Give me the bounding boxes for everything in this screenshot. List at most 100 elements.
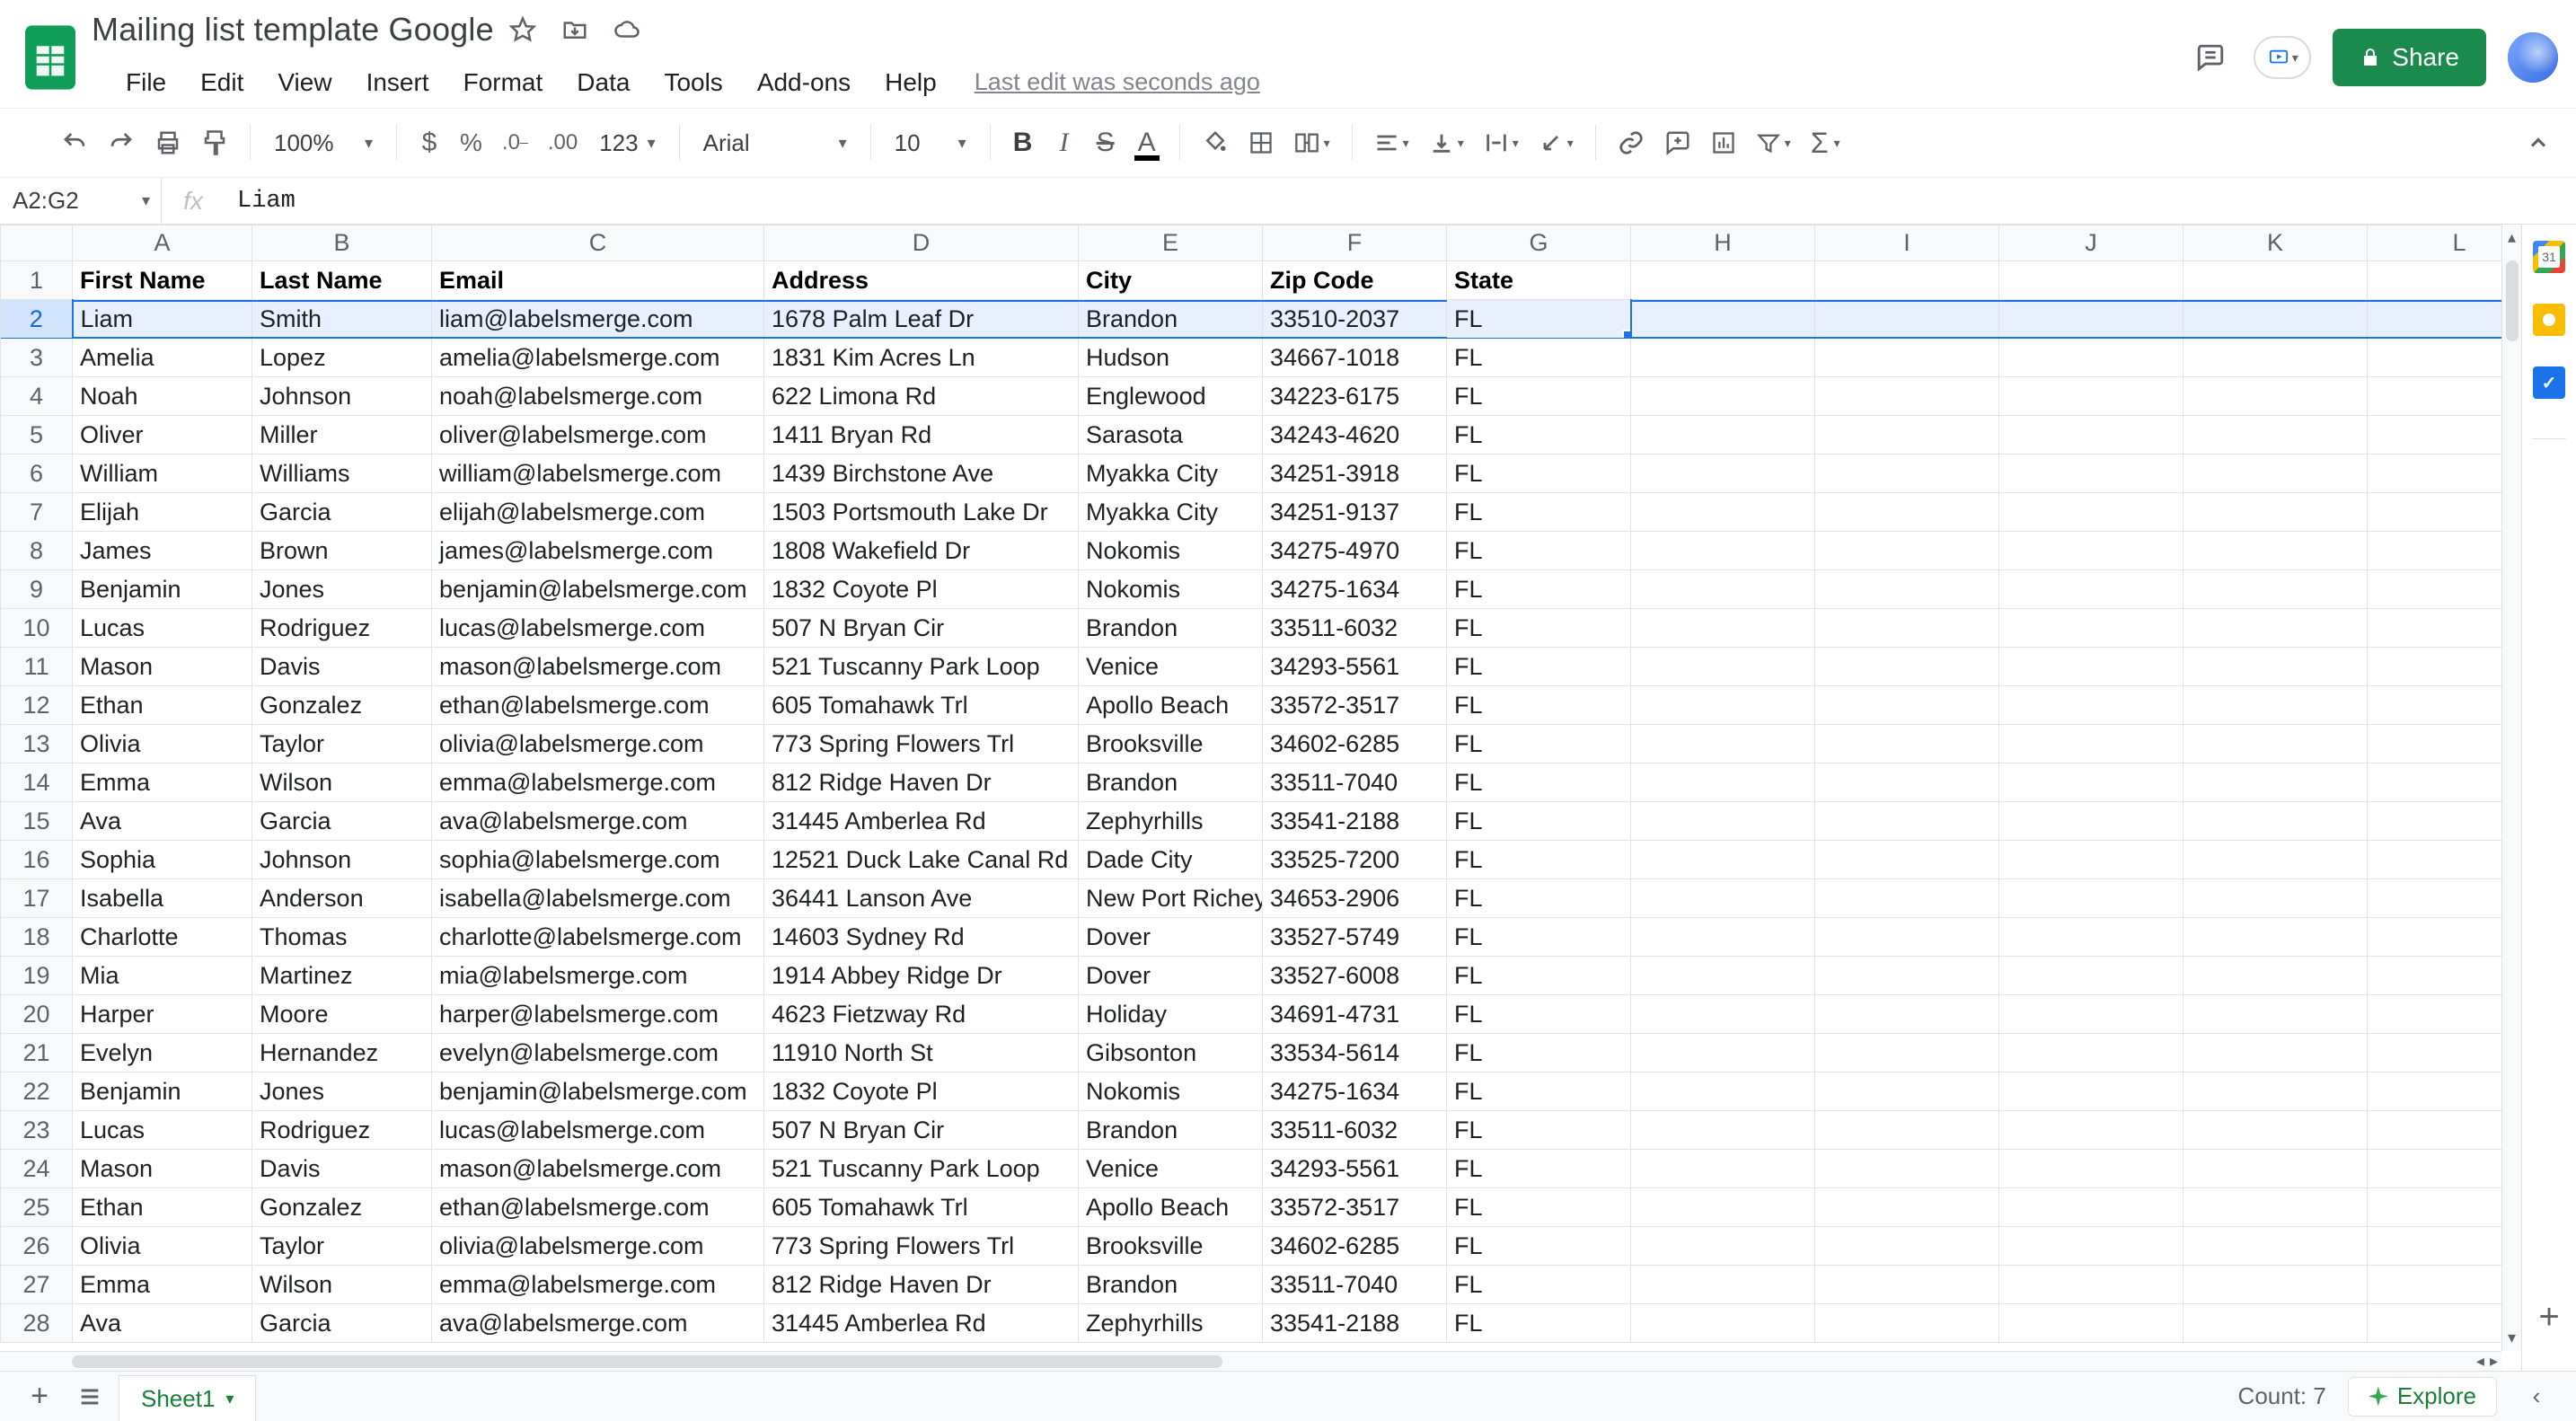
menu-file[interactable]: File	[111, 63, 181, 102]
cell[interactable]: FL	[1447, 1188, 1631, 1227]
cell[interactable]	[2183, 1304, 2368, 1343]
cell[interactable]	[2183, 493, 2368, 532]
cell[interactable]	[1999, 1227, 2183, 1266]
cell[interactable]	[1815, 609, 1999, 648]
cell[interactable]: FL	[1447, 300, 1631, 339]
cell[interactable]	[1999, 1034, 2183, 1072]
cell[interactable]: 34251-9137	[1263, 493, 1447, 532]
cell[interactable]	[2183, 1227, 2368, 1266]
cell[interactable]: Wilson	[252, 1266, 432, 1304]
col-header-D[interactable]: D	[764, 225, 1079, 261]
cell[interactable]: 33510-2037	[1263, 300, 1447, 339]
cell[interactable]: Holiday	[1079, 995, 1263, 1034]
cell[interactable]: 34251-3918	[1263, 455, 1447, 493]
cell[interactable]: harper@labelsmerge.com	[432, 995, 764, 1034]
cell[interactable]	[1631, 686, 1815, 725]
cell[interactable]	[2183, 609, 2368, 648]
cell[interactable]: First Name	[73, 261, 252, 300]
cell[interactable]: 31445 Amberlea Rd	[764, 1304, 1079, 1343]
decrease-decimal-icon[interactable]: .0_	[495, 123, 535, 163]
cell[interactable]: FL	[1447, 416, 1631, 455]
collapse-toolbar-icon[interactable]	[2519, 123, 2558, 163]
cell[interactable]	[1631, 763, 1815, 802]
cell[interactable]	[1999, 995, 2183, 1034]
row-header[interactable]: 23	[1, 1111, 73, 1150]
more-formats-select[interactable]: 123▾	[590, 123, 664, 163]
cell[interactable]: Mia	[73, 957, 252, 995]
cell[interactable]: mason@labelsmerge.com	[432, 1150, 764, 1188]
cell[interactable]: 1831 Kim Acres Ln	[764, 339, 1079, 377]
cell[interactable]: Address	[764, 261, 1079, 300]
keep-icon[interactable]	[2533, 304, 2565, 336]
cell[interactable]: 1832 Coyote Pl	[764, 1072, 1079, 1111]
show-side-panel-icon[interactable]: ‹	[2515, 1379, 2558, 1415]
cell[interactable]	[1631, 1304, 1815, 1343]
cell[interactable]: isabella@labelsmerge.com	[432, 879, 764, 918]
cell[interactable]	[1631, 416, 1815, 455]
cell[interactable]: Zephyrhills	[1079, 1304, 1263, 1343]
cell[interactable]	[1999, 416, 2183, 455]
cell[interactable]	[1631, 1072, 1815, 1111]
cell[interactable]	[1999, 725, 2183, 763]
cell[interactable]: Hernandez	[252, 1034, 432, 1072]
cell[interactable]	[1815, 493, 1999, 532]
row-header[interactable]: 18	[1, 918, 73, 957]
print-icon[interactable]	[147, 123, 189, 163]
cell[interactable]: 1503 Portsmouth Lake Dr	[764, 493, 1079, 532]
cell[interactable]: Harper	[73, 995, 252, 1034]
col-header-E[interactable]: E	[1079, 225, 1263, 261]
add-on-plus-icon[interactable]: +	[2538, 1299, 2559, 1335]
cell[interactable]: Smith	[252, 300, 432, 339]
row-header[interactable]: 16	[1, 841, 73, 879]
cell[interactable]: FL	[1447, 802, 1631, 841]
cell[interactable]	[1815, 300, 1999, 339]
cell[interactable]	[2183, 879, 2368, 918]
cell[interactable]	[1815, 570, 1999, 609]
cell[interactable]	[2368, 609, 2502, 648]
cell[interactable]: Ava	[73, 802, 252, 841]
cell[interactable]: 812 Ridge Haven Dr	[764, 763, 1079, 802]
cell[interactable]: 622 Limona Rd	[764, 377, 1079, 416]
cell[interactable]	[1999, 1266, 2183, 1304]
cell[interactable]	[1999, 763, 2183, 802]
cell[interactable]: 34602-6285	[1263, 725, 1447, 763]
cell[interactable]	[1815, 377, 1999, 416]
cell[interactable]	[1631, 261, 1815, 300]
row-header[interactable]: 22	[1, 1072, 73, 1111]
cell[interactable]	[2183, 300, 2368, 339]
cell[interactable]: amelia@labelsmerge.com	[432, 339, 764, 377]
cell[interactable]	[1815, 1034, 1999, 1072]
explore-button[interactable]: Explore	[2348, 1377, 2497, 1417]
cell[interactable]: State	[1447, 261, 1631, 300]
cell[interactable]	[1631, 532, 1815, 570]
cell[interactable]	[2368, 532, 2502, 570]
redo-icon[interactable]	[101, 123, 142, 163]
spreadsheet-grid[interactable]: ABCDEFGHIJKL1First NameLast NameEmailAdd…	[0, 225, 2501, 1343]
cell[interactable]: Noah	[73, 377, 252, 416]
row-header[interactable]: 28	[1, 1304, 73, 1343]
cell[interactable]	[1999, 377, 2183, 416]
col-header-F[interactable]: F	[1263, 225, 1447, 261]
cell[interactable]: Sarasota	[1079, 416, 1263, 455]
cell[interactable]	[1999, 609, 2183, 648]
cell[interactable]: Englewood	[1079, 377, 1263, 416]
cell[interactable]: 11910 North St	[764, 1034, 1079, 1072]
cell[interactable]	[1999, 879, 2183, 918]
cell[interactable]: 31445 Amberlea Rd	[764, 802, 1079, 841]
col-header-A[interactable]: A	[73, 225, 252, 261]
cell[interactable]	[1631, 339, 1815, 377]
cell[interactable]: FL	[1447, 1150, 1631, 1188]
cell[interactable]: Davis	[252, 1150, 432, 1188]
cell[interactable]	[1815, 339, 1999, 377]
cell[interactable]: FL	[1447, 455, 1631, 493]
cell[interactable]	[1815, 1072, 1999, 1111]
cell[interactable]	[2183, 455, 2368, 493]
cell[interactable]: 1439 Birchstone Ave	[764, 455, 1079, 493]
borders-icon[interactable]	[1241, 123, 1281, 163]
cell[interactable]: evelyn@labelsmerge.com	[432, 1034, 764, 1072]
cell[interactable]: Venice	[1079, 648, 1263, 686]
cell[interactable]	[1999, 957, 2183, 995]
cell[interactable]	[1815, 1188, 1999, 1227]
menu-tools[interactable]: Tools	[649, 63, 737, 102]
cell[interactable]	[1815, 841, 1999, 879]
